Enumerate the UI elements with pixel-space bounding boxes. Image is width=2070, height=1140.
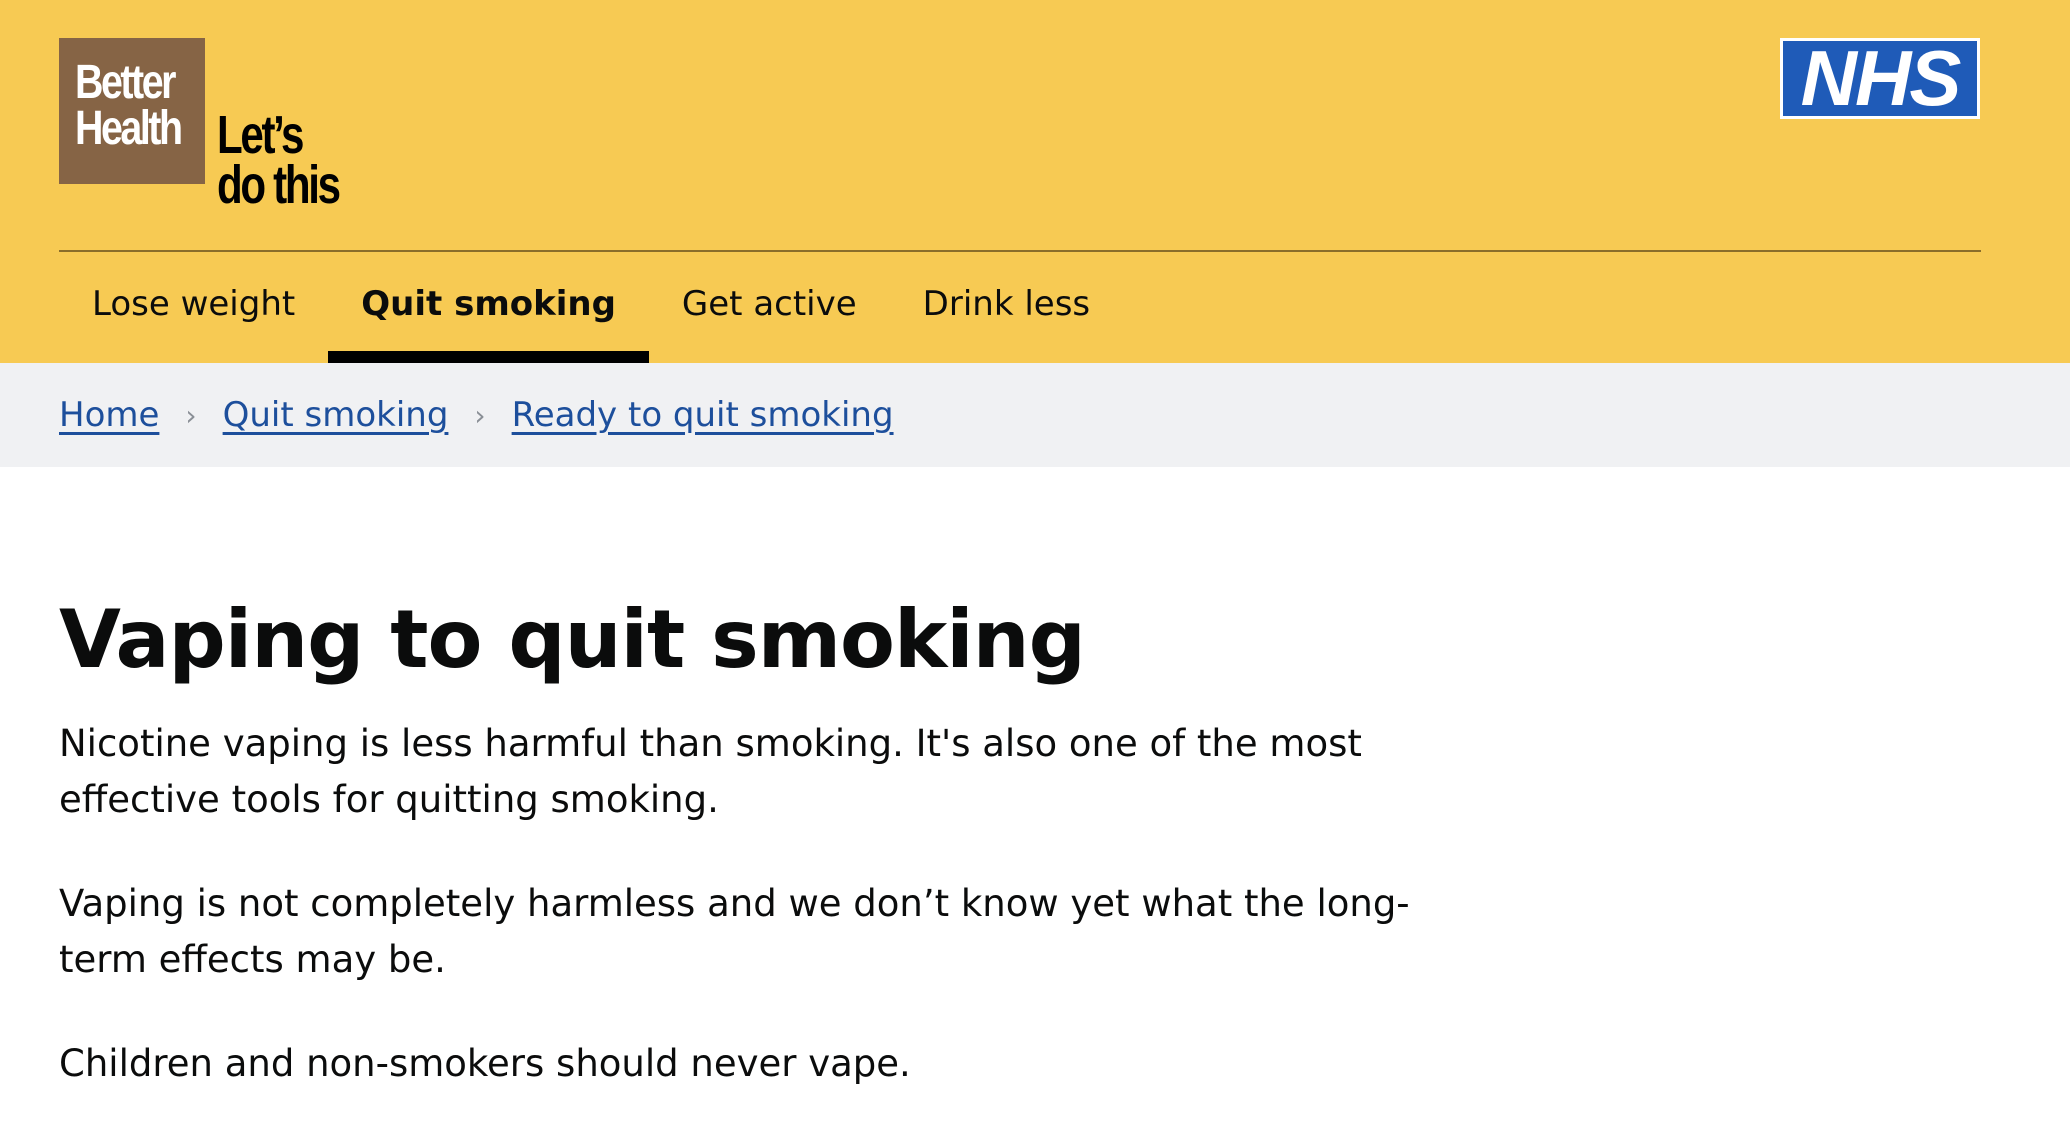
breadcrumb-ready-to-quit[interactable]: Ready to quit smoking xyxy=(512,395,894,435)
tagline: Let’s do this xyxy=(217,105,373,215)
intro-paragraph: Nicotine vaping is less harmful than smo… xyxy=(59,722,1362,821)
nav-item-quit-smoking[interactable]: Quit smoking xyxy=(328,252,649,363)
nhs-logo[interactable]: NHS xyxy=(1780,38,1980,119)
breadcrumb-bar: Home › Quit smoking › Ready to quit smok… xyxy=(0,363,2070,467)
breadcrumb: Home › Quit smoking › Ready to quit smok… xyxy=(59,363,894,467)
breadcrumb-home[interactable]: Home xyxy=(59,395,159,435)
tagline-line-1: Let’s xyxy=(217,105,304,165)
nav-item-drink-less[interactable]: Drink less xyxy=(890,252,1123,363)
main-content: Vaping to quit smoking Nicotine vaping i… xyxy=(59,590,1479,1140)
nav-item-get-active[interactable]: Get active xyxy=(649,252,890,363)
harm-paragraph: Vaping is not completely harmless and we… xyxy=(59,882,1410,981)
chevron-right-icon: › xyxy=(474,398,486,432)
page-title: Vaping to quit smoking xyxy=(59,593,1086,686)
warning-paragraph: Children and non-smokers should never va… xyxy=(59,1042,911,1085)
brand-line-1: Better xyxy=(75,56,176,109)
better-health-logo[interactable]: Better Health xyxy=(59,38,205,184)
tagline-line-2: do this xyxy=(217,155,341,215)
nhs-logo-text: NHS xyxy=(1783,39,1977,117)
chevron-right-icon: › xyxy=(185,398,197,432)
site-header: Better Health Let’s do this NHS Lose wei… xyxy=(0,0,2070,363)
brand-line-2: Health xyxy=(75,102,183,155)
main-nav: Lose weight Quit smoking Get active Drin… xyxy=(59,252,1123,363)
nav-item-lose-weight[interactable]: Lose weight xyxy=(59,252,328,363)
breadcrumb-quit-smoking[interactable]: Quit smoking xyxy=(223,395,449,435)
